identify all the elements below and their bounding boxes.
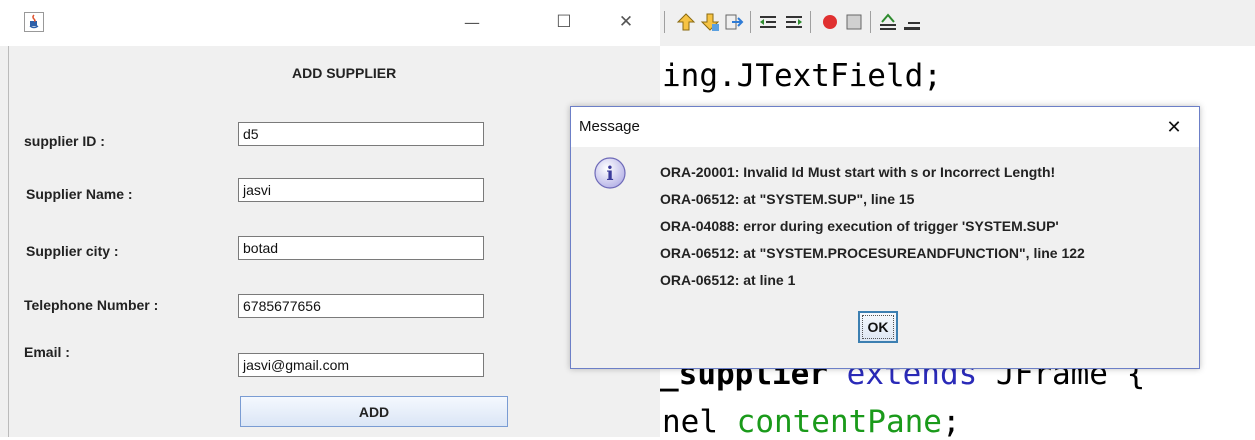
window-titlebar: — ☐ ✕ [0, 0, 660, 46]
supplier-name-input[interactable]: jasvi [238, 178, 484, 202]
error-message-line: ORA-20001: Invalid Id Must start with s … [660, 164, 1056, 180]
close-button[interactable]: ✕ [606, 8, 646, 36]
supplier-id-input[interactable]: d5 [238, 122, 484, 146]
svg-text:i: i [606, 163, 613, 185]
dialog-titlebar: Message ✕ [571, 107, 1199, 147]
page-title: ADD SUPPLIER [292, 65, 397, 81]
error-message-line: ORA-04088: error during execution of tri… [660, 218, 1059, 234]
supplier-city-label: Supplier city : [26, 243, 119, 259]
error-message-line: ORA-06512: at "SYSTEM.SUP", line 15 [660, 191, 915, 207]
message-dialog: Message ✕ i ORA-20001: Invalid Id Must s… [570, 106, 1200, 369]
maximize-icon: ☐ [556, 12, 572, 32]
email-label: Email : [24, 344, 70, 360]
record-macro-icon[interactable] [820, 12, 840, 32]
toolbar-separator [750, 11, 751, 33]
shift-right-icon[interactable] [784, 12, 804, 32]
supplier-city-input[interactable]: botad [238, 236, 484, 260]
code-line: ing.JTextField; [662, 58, 942, 94]
comment-icon[interactable] [878, 12, 898, 32]
close-icon: ✕ [618, 12, 634, 32]
add-supplier-window: — ☐ ✕ ADD SUPPLIER supplier ID : d5 Supp… [0, 0, 660, 437]
java-app-icon [24, 12, 44, 32]
shift-left-icon[interactable] [758, 12, 778, 32]
telephone-input[interactable]: 6785677656 [238, 294, 484, 318]
shift-down-icon[interactable] [700, 12, 720, 32]
maximize-button[interactable]: ☐ [544, 8, 584, 36]
editor-toolbar [660, 0, 1255, 46]
toolbar-separator [810, 11, 811, 33]
close-icon: ✕ [1166, 116, 1182, 138]
minimize-icon: — [464, 12, 480, 32]
code-line: nel contentPane; [662, 404, 961, 440]
frame-border [8, 46, 9, 437]
shift-up-icon[interactable] [676, 12, 696, 32]
supplier-name-label: Supplier Name : [26, 186, 133, 202]
minimize-button[interactable]: — [452, 8, 492, 36]
error-message-line: ORA-06512: at "SYSTEM.PROCESUREANDFUNCTI… [660, 245, 1085, 261]
stop-macro-icon[interactable] [844, 12, 864, 32]
ok-button[interactable]: OK [858, 311, 898, 343]
supplier-id-label: supplier ID : [24, 133, 105, 149]
toolbar-separator [664, 11, 665, 33]
info-icon: i [594, 157, 626, 189]
dialog-close-button[interactable]: ✕ [1159, 113, 1189, 141]
add-button[interactable]: ADD [240, 396, 508, 427]
uncomment-icon[interactable] [902, 12, 922, 32]
dialog-title: Message [579, 118, 640, 135]
telephone-label: Telephone Number : [24, 297, 159, 313]
email-input[interactable]: jasvi@gmail.com [238, 353, 484, 377]
error-message-line: ORA-06512: at line 1 [660, 272, 796, 288]
toolbar-separator [870, 11, 871, 33]
move-right-icon[interactable] [724, 12, 744, 32]
